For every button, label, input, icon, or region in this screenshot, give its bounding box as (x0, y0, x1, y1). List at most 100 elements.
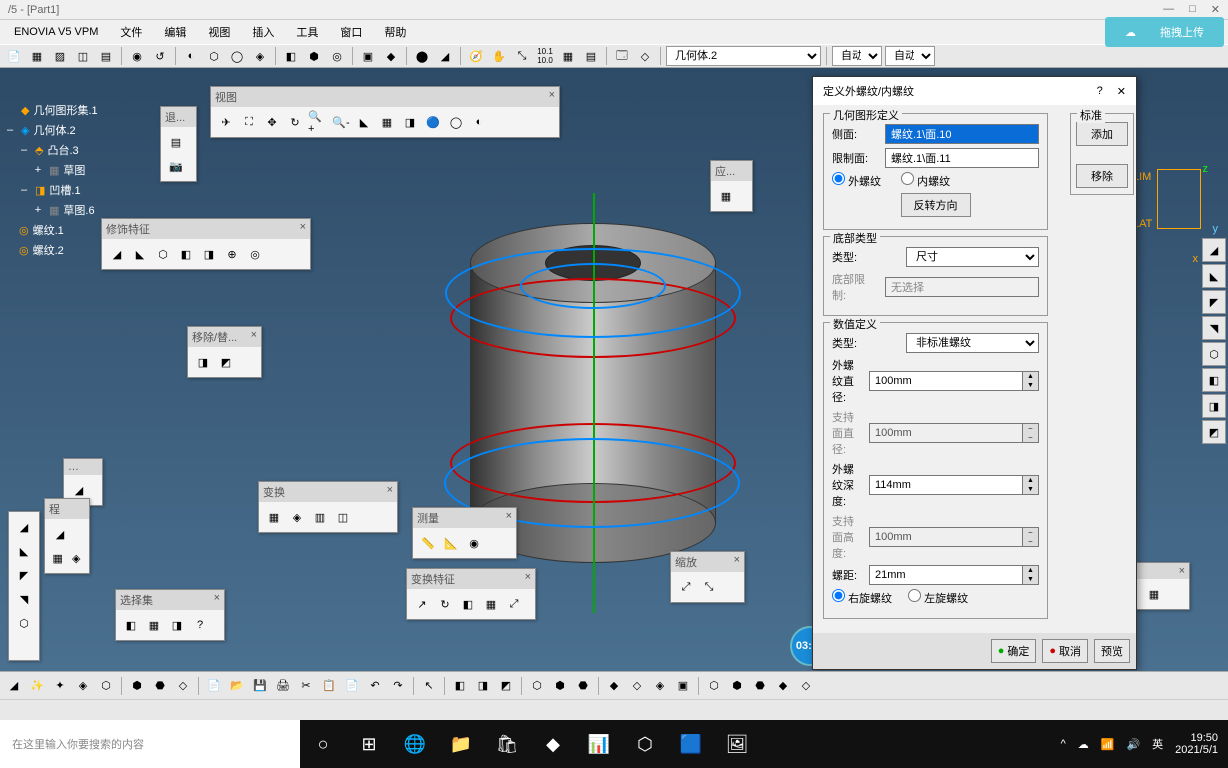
tool-icon[interactable]: ◇ (627, 676, 647, 696)
side-toolbox[interactable]: ◢ ◣ ◤ ◥ ⬡ (8, 511, 40, 661)
tool-icon[interactable]: ◨ (473, 676, 493, 696)
tool-icon[interactable]: ↗ (412, 594, 432, 614)
minimize-button[interactable]: — (1163, 3, 1174, 16)
close-icon[interactable]: × (525, 571, 531, 587)
internal-thread-radio[interactable]: 内螺纹 (901, 172, 950, 189)
store-icon[interactable]: 🛍 (484, 720, 530, 768)
tool-icon[interactable]: ◥ (14, 589, 34, 609)
tool-icon[interactable]: ▦ (144, 615, 164, 635)
taskbar-search[interactable]: 在这里输入你要搜索的内容 (0, 720, 300, 768)
tool-icon[interactable]: ◨ (199, 244, 219, 264)
tool-icon[interactable]: ✨ (27, 676, 47, 696)
tool-icon[interactable]: ⊕ (222, 244, 242, 264)
menu-edit[interactable]: 编辑 (154, 20, 196, 44)
tray-ime[interactable]: 英 (1152, 736, 1163, 752)
left-rotation-radio[interactable]: 左旋螺纹 (908, 589, 968, 606)
add-button[interactable]: 添加 (1076, 122, 1128, 146)
tool-icon[interactable]: ⤢ (676, 577, 696, 597)
measure-icon[interactable]: 📐 (441, 533, 461, 553)
normal-icon[interactable]: ◣ (354, 112, 374, 132)
tool-icon[interactable]: ⬡ (96, 676, 116, 696)
app-icon[interactable]: ◆ (530, 720, 576, 768)
tool-icon[interactable]: ◤ (1202, 290, 1226, 314)
tool-icon[interactable]: ⬢ (550, 676, 570, 696)
multiview-icon[interactable]: ▦ (377, 112, 397, 132)
ext-depth-input[interactable] (869, 475, 1023, 495)
tool-icon[interactable]: ◇ (796, 676, 816, 696)
tool-icon[interactable]: ◧ (458, 594, 478, 614)
menu-view[interactable]: 视图 (198, 20, 240, 44)
tool-icon[interactable]: ◈ (69, 548, 85, 568)
tool-icon[interactable]: ▦ (716, 186, 736, 206)
axis-icon[interactable]: ⤡ (512, 46, 532, 66)
auto-select-1[interactable]: 自动 (832, 46, 882, 66)
tool-icon[interactable]: ◤ (14, 565, 34, 585)
transform-feat-toolbox[interactable]: 变换特征× ↗ ↻ ◧ ▦ ⤢ (406, 568, 536, 620)
spin-up[interactable]: ▲ (1023, 476, 1038, 485)
close-icon[interactable]: × (1179, 565, 1185, 577)
tool-icon[interactable]: ◣ (1202, 264, 1226, 288)
measure-toolbox[interactable]: 测量× 📏 📐 ◉ (412, 507, 517, 559)
tool-icon[interactable]: ⤡ (699, 577, 719, 597)
tool-icon[interactable]: ▦ (264, 507, 284, 527)
tool-icon[interactable]: ◧ (176, 244, 196, 264)
tool-icon[interactable]: ◆ (381, 46, 401, 66)
close-icon[interactable]: × (214, 592, 220, 608)
spin-down[interactable]: ▼ (1023, 485, 1038, 494)
tool-icon[interactable]: ◧ (281, 46, 301, 66)
close-button[interactable]: ✕ (1117, 85, 1126, 98)
prog-toolbox[interactable]: 程 ◢ ▦◈ (44, 498, 90, 574)
tray-chevron-icon[interactable]: ^ (1061, 738, 1066, 750)
thread-icon[interactable]: ◎ (245, 244, 265, 264)
close-icon[interactable]: × (549, 89, 555, 105)
reverse-direction-button[interactable]: 反转方向 (901, 193, 971, 217)
help-button[interactable]: ? (1097, 85, 1103, 98)
cortana-icon[interactable]: ○ (300, 720, 346, 768)
right-rotation-radio[interactable]: 右旋螺纹 (832, 589, 892, 606)
transform-toolbox[interactable]: 变换× ▦ ◈ ▥ ◫ (258, 481, 398, 533)
back-toolbox[interactable]: 退... ▤ 📷 (160, 106, 197, 182)
tool-icon[interactable]: ◢ (107, 244, 127, 264)
remove-button[interactable]: 移除 (1076, 164, 1128, 188)
tool-icon[interactable]: ◇ (635, 46, 655, 66)
tool-icon[interactable]: ▥ (310, 507, 330, 527)
tool-icon[interactable]: ◇ (173, 676, 193, 696)
tool-icon[interactable]: ⬣ (750, 676, 770, 696)
tool-icon[interactable]: ▦ (1144, 584, 1164, 604)
pitch-input[interactable] (869, 565, 1023, 585)
thread-type-select[interactable]: 非标准螺纹 (906, 333, 1039, 353)
tool-icon[interactable]: ◎ (327, 46, 347, 66)
new-icon[interactable]: 📄 (204, 676, 224, 696)
rotate-icon[interactable]: ↻ (285, 112, 305, 132)
decorate-toolbox[interactable]: 修饰特征× ◢ ◣ ⬡ ◧ ◨ ⊕ ◎ (101, 218, 311, 270)
spin-up[interactable]: ▲ (1023, 566, 1038, 575)
num-icon[interactable]: 10.110.0 (535, 46, 555, 66)
tool-icon[interactable]: ▦ (50, 548, 66, 568)
tool-icon[interactable]: ◆ (604, 676, 624, 696)
tree-item-geomset[interactable]: ◆几何图形集.1 (5, 100, 98, 120)
geometry-select[interactable]: 几何体.2 (666, 46, 821, 66)
spin-down[interactable]: ▼ (1023, 381, 1038, 390)
tool-icon[interactable]: ⬡ (204, 46, 224, 66)
tool-icon[interactable]: ▣ (673, 676, 693, 696)
iso-icon[interactable]: ◨ (400, 112, 420, 132)
tool-icon[interactable]: ↺ (150, 46, 170, 66)
type-select[interactable]: 尺寸 (906, 247, 1039, 267)
auto-select-2[interactable]: 自动 (885, 46, 935, 66)
tool-icon[interactable]: ◧ (450, 676, 470, 696)
scale-toolbox[interactable]: 缩放× ⤢⤡ (670, 551, 745, 603)
close-icon[interactable]: × (251, 329, 257, 345)
app-icon[interactable]: 📊 (576, 720, 622, 768)
tool-icon[interactable]: ◨ (167, 615, 187, 635)
tool-icon[interactable]: ▦ (558, 46, 578, 66)
tool-icon[interactable]: ◥ (1202, 316, 1226, 340)
tool-icon[interactable]: ◧ (1202, 368, 1226, 392)
external-thread-radio[interactable]: 外螺纹 (832, 172, 881, 189)
paste-icon[interactable]: 📄 (342, 676, 362, 696)
cut-icon[interactable]: ✂ (296, 676, 316, 696)
menu-tools[interactable]: 工具 (286, 20, 328, 44)
spin-down[interactable]: ▼ (1023, 575, 1038, 584)
tool-icon[interactable]: ▤ (96, 46, 116, 66)
tool-icon[interactable]: ◢ (14, 517, 34, 537)
tray-onedrive-icon[interactable]: ☁ (1078, 738, 1089, 751)
